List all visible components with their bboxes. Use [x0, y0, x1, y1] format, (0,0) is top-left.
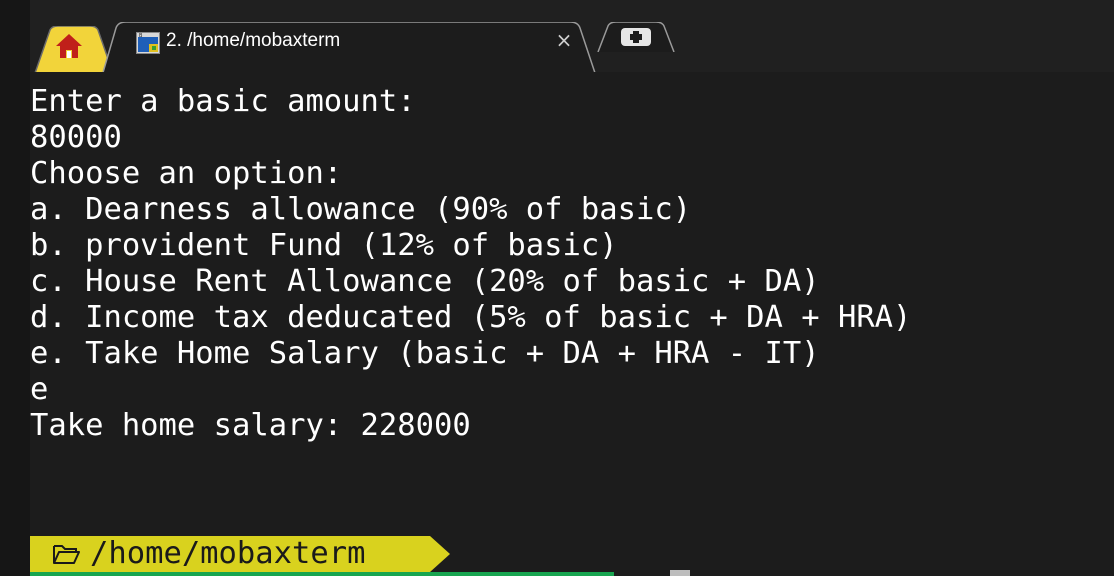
terminal-line: 80000 [30, 120, 122, 155]
text-cursor [670, 570, 690, 576]
terminal-icon: B [136, 32, 160, 54]
plus-icon [597, 22, 675, 52]
close-tab-icon[interactable]: × [552, 28, 576, 52]
terminal-line: Choose an option: [30, 156, 343, 191]
prompt-path: /home/mobaxterm [90, 536, 366, 571]
session-tab-title: 2. /home/mobaxterm [166, 30, 341, 51]
terminal-line: e [30, 372, 49, 407]
session-tab[interactable]: B 2. /home/mobaxterm × [100, 22, 600, 76]
svg-text:B: B [139, 33, 143, 39]
terminal-line: d. Income tax deducated (5% of basic + D… [30, 300, 912, 335]
shell-prompt: /home/mobaxterm [30, 536, 630, 576]
terminal-line: c. House Rent Allowance (20% of basic + … [30, 264, 820, 299]
home-icon [56, 34, 82, 58]
terminal-line: Take home salary: 228000 [30, 408, 471, 443]
mobaxterm-window: B 2. /home/mobaxterm × Enter a basic amo… [0, 0, 1114, 576]
left-gutter [0, 0, 30, 576]
terminal-line: e. Take Home Salary (basic + DA + HRA - … [30, 336, 820, 371]
terminal-output[interactable]: Enter a basic amount: 80000 Choose an op… [30, 72, 1114, 576]
new-tab-button[interactable] [594, 22, 678, 52]
terminal-line: Enter a basic amount: [30, 84, 416, 119]
prompt-arrow [430, 536, 450, 572]
terminal-line: b. provident Fund (12% of basic) [30, 228, 618, 263]
terminal-line: a. Dearness allowance (90% of basic) [30, 192, 692, 227]
folder-icon [53, 545, 80, 564]
prompt-underline [30, 572, 614, 576]
